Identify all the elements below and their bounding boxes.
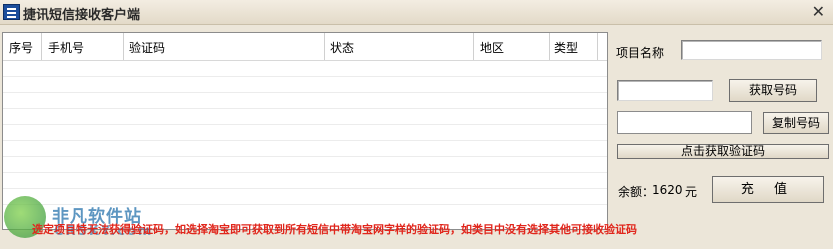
get-number-button[interactable]: 获取号码 <box>729 79 817 102</box>
notice-bar: 选定项目特无法获得验证码，如选择淘宝即可获取到所有短信中带淘宝网字样的验证码，如… <box>0 213 833 245</box>
column-header-phone[interactable]: 手机号 <box>48 39 84 56</box>
column-header-index[interactable]: 序号 <box>9 39 33 56</box>
column-header-status[interactable]: 状态 <box>330 39 354 56</box>
title-bar: 捷讯短信接收客户端 ✕ <box>0 0 833 25</box>
table-row-line <box>3 124 607 125</box>
balance-unit: 元 <box>685 185 698 199</box>
get-verification-code-button[interactable]: 点击获取验证码 <box>617 144 829 159</box>
copy-number-field[interactable] <box>617 111 752 134</box>
table-row-line <box>3 140 607 141</box>
table-row-line <box>3 76 607 77</box>
table-row-line <box>3 172 607 173</box>
balance-label: 余额： <box>618 185 655 199</box>
table-header: 序号 手机号 验证码 状态 地区 类型 <box>3 33 607 61</box>
close-icon[interactable]: ✕ <box>812 2 825 21</box>
notice-text: 选定项目特无法获得验证码，如选择淘宝即可获取到所有短信中带淘宝网字样的验证码，如… <box>32 223 637 236</box>
app-icon <box>3 4 20 20</box>
table-row-line <box>3 108 607 109</box>
project-name-label: 项目名称 <box>616 46 665 60</box>
table-row-line <box>3 92 607 93</box>
column-header-type[interactable]: 类型 <box>554 39 578 56</box>
recharge-button[interactable]: 充 值 <box>712 176 824 203</box>
copy-number-button[interactable]: 复制号码 <box>763 112 829 134</box>
column-header-code[interactable]: 验证码 <box>129 39 165 56</box>
project-name-field[interactable] <box>681 40 822 60</box>
phone-number-field[interactable] <box>617 80 713 101</box>
table-row-line <box>3 156 607 157</box>
balance-value: 1620 <box>652 183 683 197</box>
column-header-region[interactable]: 地区 <box>480 39 504 56</box>
window-title: 捷讯短信接收客户端 <box>23 8 141 23</box>
